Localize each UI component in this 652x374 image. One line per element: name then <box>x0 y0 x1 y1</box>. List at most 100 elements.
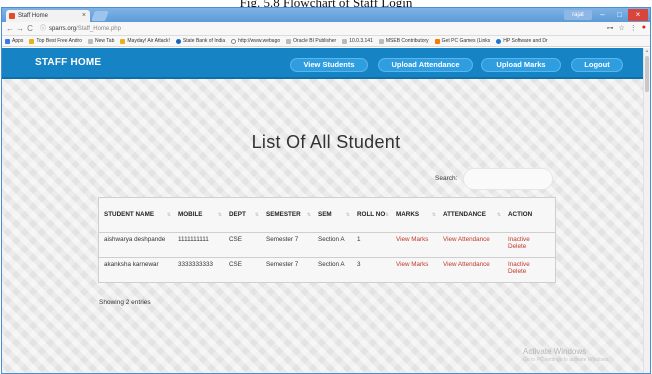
table-header-row: STUDENT NAME ⇅ MOBILE ⇅ DEPT ⇅ SEMESTER ⇅ SE… <box>99 198 555 233</box>
column-header[interactable]: DEPT ⇅ <box>224 198 261 233</box>
bookmark-label: Top Best Free Andro <box>36 38 82 44</box>
view-marks-link[interactable]: View Marks <box>391 232 438 258</box>
page-icon <box>342 38 348 44</box>
bookmark-item[interactable]: Top Best Free Andro <box>29 38 82 44</box>
browser-window: Staff Home × rajat – □ × ← → C ⓘ sparrs.o… <box>1 7 651 374</box>
column-header[interactable]: SEMESTER ⇅ <box>261 198 313 233</box>
page-title: List Of All Student <box>251 132 401 152</box>
inactive-link[interactable]: Inactive <box>508 236 551 243</box>
cell-action: Inactive Delete <box>503 232 555 258</box>
bookmark-item[interactable]: Oracle BI Publisher <box>286 38 336 44</box>
bookmark-label: Get PC Games (Links <box>441 38 491 44</box>
bookmark-item[interactable]: http://www.webago <box>231 38 280 44</box>
bank-icon <box>175 38 181 44</box>
scroll-up-icon[interactable]: ▲ <box>645 48 649 53</box>
extension-icon[interactable]: ● <box>642 24 646 32</box>
cell-mobile: 3333333333 <box>173 257 224 283</box>
address-bar[interactable]: ⓘ sparrs.org/Staff_Home.php <box>40 24 606 34</box>
table-info: Showing 2 entries <box>99 299 151 306</box>
bookmark-item[interactable]: MSEB Contributory <box>378 38 429 44</box>
page-scrollbar[interactable]: ▲ <box>643 48 650 373</box>
apps-icon <box>5 38 10 44</box>
cell-dept: CSE <box>224 257 261 283</box>
browser-toolbar: ← → C ⓘ sparrs.org/Staff_Home.php ⊶ ☆ ⋮ ● <box>2 22 650 36</box>
cell-semester: Semester 7 <box>261 257 313 283</box>
column-header[interactable]: ROLL NO ⇅ <box>352 198 391 233</box>
bookmarks-bar: Apps Top Best Free Andro New Tab Mayday!… <box>2 36 650 47</box>
tab-close-icon[interactable]: × <box>82 10 86 22</box>
bookmark-item[interactable]: HP Software and Dr <box>496 38 548 44</box>
sort-icon: ⇅ <box>496 212 501 218</box>
view-marks-link[interactable]: View Marks <box>391 257 438 283</box>
title-bar: Staff Home × rajat – □ × <box>2 8 650 22</box>
delete-link[interactable]: Delete <box>508 268 551 275</box>
column-header[interactable]: ACTION <box>503 198 555 233</box>
url-path: /Staff_Home.php <box>76 26 121 32</box>
profile-badge[interactable]: rajat <box>564 10 592 20</box>
column-label: ROLL NO <box>357 211 386 219</box>
activate-windows-subtext: Go to PC settings to activate Windows. <box>523 357 610 363</box>
upload-marks-button[interactable]: Upload Marks <box>481 58 561 72</box>
view-attendance-link[interactable]: View Attendance <box>438 257 503 283</box>
activate-windows-watermark: Activate Windows <box>523 347 587 356</box>
new-tab-button[interactable] <box>91 11 109 21</box>
tab-title: Staff Home <box>18 13 48 19</box>
students-table: STUDENT NAME ⇅ MOBILE ⇅ DEPT ⇅ SEMESTER ⇅ SE… <box>98 197 556 283</box>
maximize-button[interactable]: □ <box>611 9 628 21</box>
sort-icon: ⇅ <box>345 212 350 218</box>
back-icon[interactable]: ← <box>5 24 15 33</box>
bookmark-label: Mayday! Air Attack! <box>127 38 170 44</box>
column-header[interactable]: SEM ⇅ <box>313 198 352 233</box>
table-row: akanksha karnewar 3333333333 CSE Semeste… <box>99 257 555 283</box>
bookmark-label: http://www.webago <box>238 38 281 44</box>
view-attendance-link[interactable]: View Attendance <box>438 232 503 258</box>
column-header[interactable]: MARKS ⇅ <box>391 198 438 233</box>
bookmark-item[interactable]: Apps <box>5 38 23 44</box>
column-label: DEPT <box>229 211 246 219</box>
column-label: SEMESTER <box>266 211 301 219</box>
close-window-button[interactable]: × <box>628 9 648 21</box>
column-label: SEM <box>318 211 332 219</box>
browser-tab[interactable]: Staff Home × <box>6 10 90 22</box>
forward-icon[interactable]: → <box>15 24 25 33</box>
bookmark-item[interactable]: State Bank of India <box>175 38 225 44</box>
favicon-icon <box>9 13 15 19</box>
minimize-button[interactable]: – <box>594 9 611 21</box>
table-row: aishwarya deshpande 1111111111 CSE Semes… <box>99 232 555 258</box>
sort-icon: ⇅ <box>306 212 311 218</box>
column-label: MOBILE <box>178 211 203 219</box>
page-icon <box>286 38 292 44</box>
cell-student-name: aishwarya deshpande <box>99 232 173 258</box>
column-label: ACTION <box>508 211 533 219</box>
star-icon[interactable]: ☆ <box>618 24 624 32</box>
globe-icon <box>231 38 237 44</box>
column-header[interactable]: ATTENDANCE ⇅ <box>438 198 503 233</box>
delete-link[interactable]: Delete <box>508 243 551 250</box>
column-label: MARKS <box>396 211 420 219</box>
cell-roll-no: 3 <box>352 257 391 283</box>
page-icon <box>378 38 384 44</box>
bookmark-label: New Tab <box>95 38 115 44</box>
cell-mobile: 1111111111 <box>173 232 224 258</box>
upload-attendance-button[interactable]: Upload Attendance <box>378 58 473 72</box>
key-icon[interactable]: ⊶ <box>606 24 613 32</box>
inactive-link[interactable]: Inactive <box>508 261 551 268</box>
menu-icon[interactable]: ⋮ <box>630 24 637 32</box>
scrollbar-thumb[interactable] <box>645 56 649 92</box>
reload-icon[interactable]: C <box>25 24 35 33</box>
search-input[interactable] <box>463 168 553 190</box>
bookmark-label: 10.0.3.141 <box>349 38 373 44</box>
hp-icon <box>496 38 502 44</box>
bookmark-item[interactable]: Get PC Games (Links <box>434 38 491 44</box>
cell-sem: Section A <box>313 232 352 258</box>
bookmark-label: HP Software and Dr <box>503 38 548 44</box>
view-students-button[interactable]: View Students <box>290 58 368 72</box>
logout-button[interactable]: Logout <box>571 58 623 72</box>
brand-title[interactable]: STAFF HOME <box>35 57 101 68</box>
column-header[interactable]: MOBILE ⇅ <box>173 198 224 233</box>
bookmark-item[interactable]: Mayday! Air Attack! <box>120 38 170 44</box>
bookmark-item[interactable]: New Tab <box>88 38 114 44</box>
column-header[interactable]: STUDENT NAME ⇅ <box>99 198 173 233</box>
bookmark-item[interactable]: 10.0.3.141 <box>342 38 373 44</box>
cell-semester: Semester 7 <box>261 232 313 258</box>
